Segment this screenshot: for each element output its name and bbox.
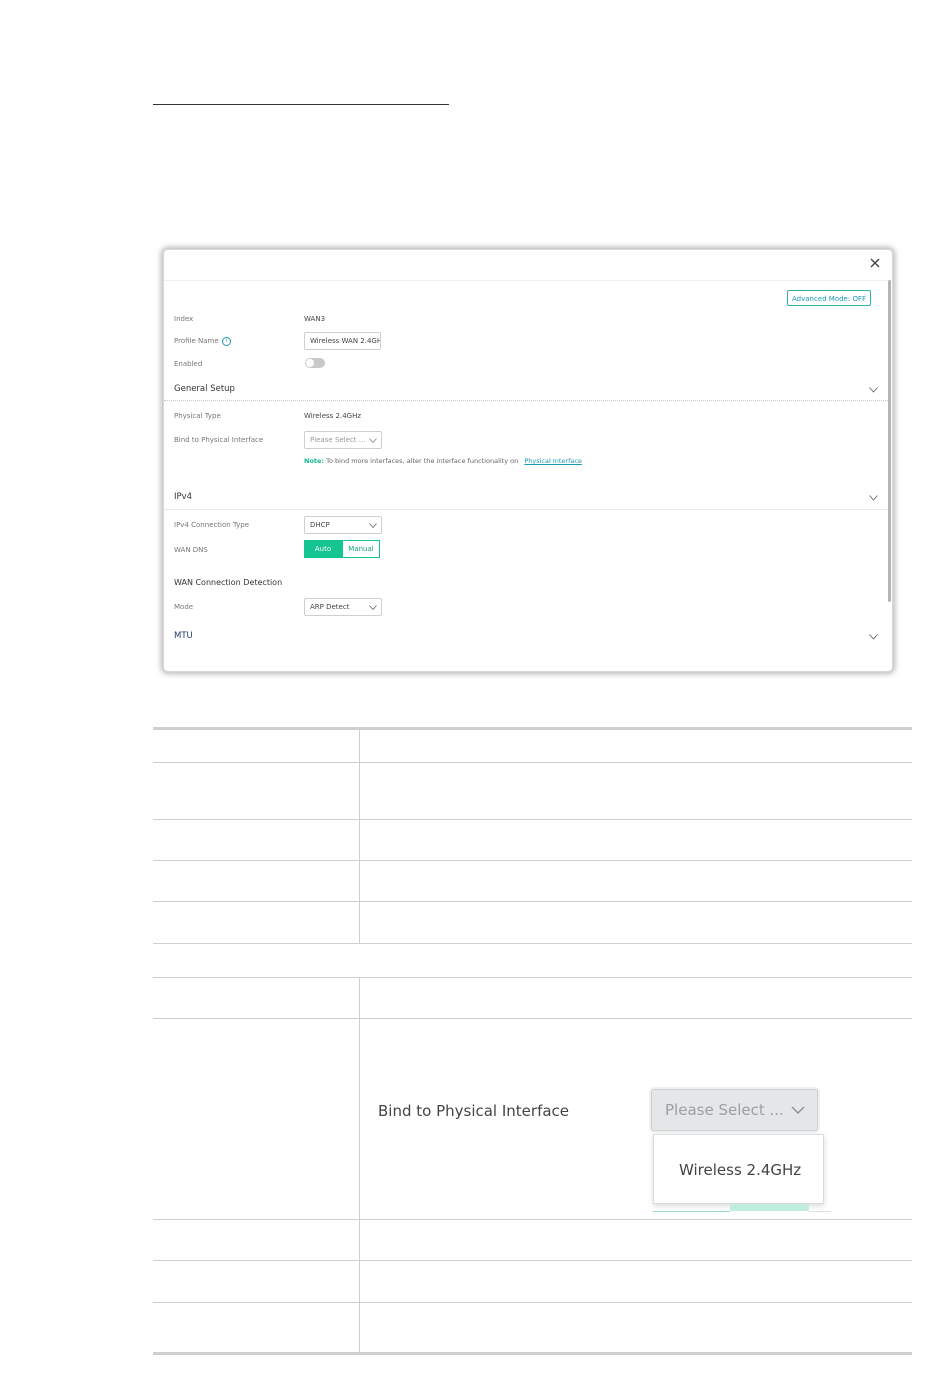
bind-interface-select[interactable]: Please Select ...	[304, 431, 382, 449]
table-column-divider	[359, 730, 360, 943]
mode-select[interactable]: ARP Detect	[304, 598, 382, 616]
chevron-down-icon	[791, 1106, 805, 1114]
ipv4-title[interactable]: IPv4	[174, 491, 192, 503]
wan-dns-auto-button[interactable]: Auto	[304, 540, 342, 558]
table-row-divider	[153, 819, 912, 820]
index-label: Index	[174, 315, 194, 323]
ipv4-connection-type-select[interactable]: DHCP	[304, 516, 382, 534]
wan-dns-label: WAN DNS	[174, 546, 208, 554]
zoom-segment-left	[653, 1204, 730, 1212]
enabled-toggle[interactable]	[305, 358, 325, 368]
wan-detection-title: WAN Connection Detection	[174, 578, 283, 587]
table-row-divider	[153, 977, 912, 978]
section-divider	[164, 400, 888, 401]
table-row-divider	[153, 860, 912, 861]
physical-type-label: Physical Type	[174, 412, 221, 420]
profile-name-input[interactable]: Wireless WAN 2.4GHz	[304, 332, 381, 350]
bind-note: Note: To bind more interfaces, alter the…	[304, 456, 582, 466]
toggle-knob	[306, 359, 314, 367]
chevron-down-icon	[369, 523, 377, 528]
wan-dns-segmented: Auto Manual	[304, 540, 380, 558]
section-divider	[164, 509, 888, 510]
profile-name-label: Profile Name i	[174, 336, 231, 346]
zoom-segment-right	[730, 1204, 809, 1211]
zoom-option-wireless-24ghz[interactable]: Wireless 2.4GHz	[679, 1160, 801, 1180]
zoom-bind-interface-select[interactable]: Please Select ...	[651, 1089, 818, 1131]
table-row-divider	[153, 762, 912, 763]
dialog-scrollbar[interactable]	[888, 280, 891, 602]
note-text: To bind more interfaces, alter the inter…	[326, 457, 519, 465]
dialog-header	[164, 250, 892, 281]
heading-underline	[153, 104, 449, 105]
note-label: Note:	[304, 457, 325, 465]
index-value: WAN3	[304, 315, 326, 323]
wan-dns-manual-button[interactable]: Manual	[342, 540, 380, 558]
bind-interface-placeholder: Please Select ...	[310, 436, 366, 444]
table-bottom-border	[153, 1352, 912, 1355]
general-setup-title[interactable]: General Setup	[174, 383, 235, 395]
zoom-bind-interface-label: Bind to Physical Interface	[378, 1102, 570, 1120]
chevron-down-icon[interactable]	[869, 634, 878, 640]
ipv4-connection-type-label: IPv4 Connection Type	[174, 521, 250, 529]
physical-interface-link[interactable]: Physical Interface	[524, 457, 582, 465]
chevron-down-icon	[369, 605, 377, 610]
table-row-divider	[153, 901, 912, 902]
enabled-label: Enabled	[174, 360, 203, 368]
mtu-title[interactable]: MTU	[174, 630, 193, 642]
ipv4-connection-type-value: DHCP	[310, 521, 330, 529]
zoom-hidden-text-fragment	[823, 1157, 829, 1167]
table-row-divider	[153, 1260, 912, 1261]
bind-interface-label: Bind to Physical Interface	[174, 436, 264, 444]
chevron-down-icon[interactable]	[869, 495, 878, 501]
zoom-divider	[809, 1211, 831, 1212]
table-row-divider	[153, 1219, 912, 1220]
chevron-down-icon	[369, 438, 377, 443]
mode-label: Mode	[174, 603, 194, 611]
table-row-divider	[153, 943, 912, 944]
advanced-mode-button[interactable]: Advanced Mode: OFF	[787, 290, 871, 306]
close-icon[interactable]	[868, 256, 882, 270]
table-top-border	[153, 727, 912, 730]
info-icon[interactable]: i	[221, 336, 231, 346]
physical-type-value: Wireless 2.4GHz	[304, 412, 362, 420]
zoom-placeholder: Please Select ...	[665, 1101, 784, 1119]
table-row-divider	[153, 1302, 912, 1303]
table-row-divider	[153, 1018, 912, 1019]
wan-profile-dialog: Advanced Mode: OFF Index WAN3 Profile Na…	[164, 250, 892, 671]
table-column-divider	[359, 977, 360, 1352]
zoom-dropdown-menu: Wireless 2.4GHz	[653, 1134, 824, 1204]
profile-name-label-text: Profile Name	[174, 337, 219, 345]
mode-value: ARP Detect	[310, 603, 350, 611]
chevron-down-icon[interactable]	[869, 387, 878, 393]
